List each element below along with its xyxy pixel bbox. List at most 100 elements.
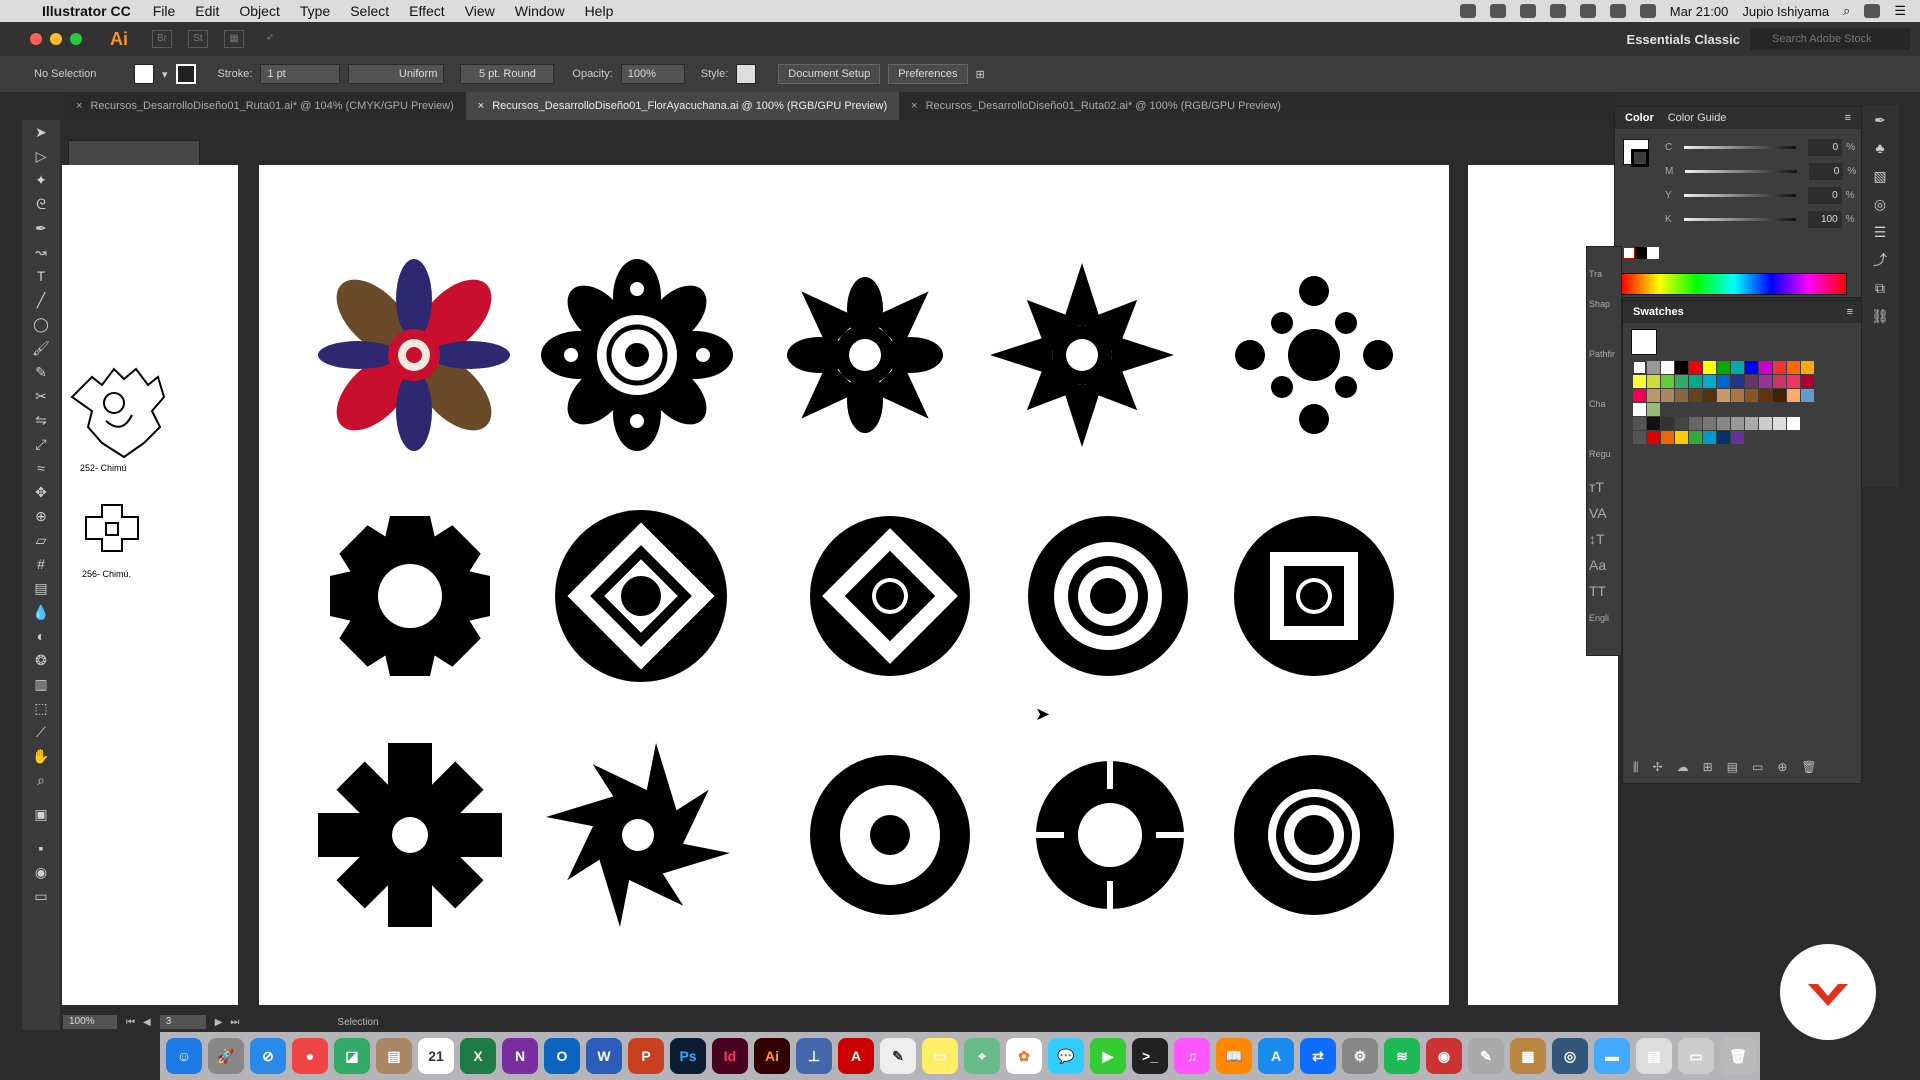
wifi-icon[interactable] (1579, 4, 1596, 18)
tab-flor-ayacuchana[interactable]: × Recursos_DesarrolloDiseño01_FlorAyacuch… (465, 92, 900, 120)
tab-color[interactable]: Color (1625, 112, 1654, 124)
perspective-grid-tool-icon[interactable]: ▱ (22, 528, 60, 552)
none-black-white-swatches[interactable] (1623, 247, 1673, 261)
swatches-title[interactable]: Swatches (1633, 306, 1684, 318)
menu-help[interactable]: Help (575, 3, 624, 19)
brushes-icon[interactable]: ✒ (1862, 106, 1898, 134)
tab-color-guide[interactable]: Color Guide (1668, 112, 1727, 124)
screen-stack-icon[interactable]: ▭ (1678, 1038, 1714, 1074)
direct-selection-tool-icon[interactable]: ▷ (22, 144, 60, 168)
symbol-sprayer-tool-icon[interactable]: ❂ (22, 648, 60, 672)
preview-icon[interactable]: ◪ (334, 1038, 370, 1074)
cyan-value[interactable]: 0 (1808, 138, 1843, 156)
eyedropper-tool-icon[interactable]: 💧 (22, 600, 60, 624)
yellow-slider[interactable]: Y 0% (1615, 183, 1861, 207)
panel-menu-icon[interactable]: ≡ (1847, 306, 1853, 318)
menu-effect[interactable]: Effect (399, 3, 455, 19)
magenta-slider[interactable]: M 0% (1615, 159, 1861, 183)
photos-icon[interactable]: ✿ (1006, 1038, 1042, 1074)
close-tab-icon[interactable]: × (478, 100, 484, 112)
slice-tool-icon[interactable]: ⟋ (22, 720, 60, 744)
menu-object[interactable]: Object (229, 3, 289, 19)
font-size-icon[interactable]: тT (1589, 479, 1619, 495)
selection-tool-icon[interactable]: ➤ (22, 120, 60, 144)
record-icon[interactable] (1459, 4, 1476, 18)
first-artboard-icon[interactable]: ⏮ (126, 1017, 135, 1028)
artboard-tool-icon[interactable]: ⬚ (22, 696, 60, 720)
layers-icon[interactable]: ☰ (1862, 218, 1898, 246)
magenta-value[interactable]: 0 (1809, 162, 1844, 180)
acrobat-icon[interactable]: A (838, 1038, 874, 1074)
swatch-fill-stroke-indicator[interactable] (1631, 329, 1657, 355)
menu-window[interactable]: Window (505, 3, 575, 19)
books-icon[interactable]: 📖 (1216, 1038, 1252, 1074)
chrome-helper-icon[interactable]: ◎ (1552, 1038, 1588, 1074)
search-stock-input[interactable]: Search Adobe Stock (1750, 28, 1910, 50)
font-style-field[interactable]: Regu (1589, 449, 1619, 459)
opacity-field[interactable]: 100% (620, 64, 685, 84)
airplay-icon[interactable] (1609, 4, 1626, 18)
transparency-panel-tab[interactable]: Tra (1589, 269, 1619, 279)
appearance-icon[interactable]: ◎ (1862, 190, 1898, 218)
artboard-number-field[interactable]: 3 (158, 1014, 207, 1030)
language-field[interactable]: Engli (1589, 613, 1619, 623)
black-slider[interactable]: K 100% (1615, 207, 1861, 231)
indesign-icon[interactable]: Id (712, 1038, 748, 1074)
swatch-row[interactable] (1633, 431, 1861, 444)
script-editor-icon[interactable]: ✎ (1468, 1038, 1504, 1074)
zoom-window-button[interactable] (70, 33, 82, 45)
powerpoint-icon[interactable]: P (628, 1038, 664, 1074)
stroke-weight-field[interactable]: 1 pt (260, 64, 341, 84)
variable-width-profile[interactable]: Uniform (348, 64, 445, 84)
tab-ruta01[interactable]: × Recursos_DesarrolloDiseño01_Ruta01.ai* … (64, 92, 466, 120)
next-artboard-icon[interactable]: ▶ (215, 1017, 223, 1028)
new-swatch-icon[interactable]: ⊕ (1777, 760, 1787, 775)
swatch-libraries-icon[interactable]: ⫼ (1633, 760, 1639, 775)
panel-menu-icon[interactable]: ≡ (1845, 112, 1851, 124)
onenote-icon[interactable]: N (502, 1038, 538, 1074)
lasso-tool-icon[interactable]: ᘓ (22, 192, 60, 216)
shape-builder-tool-icon[interactable]: ⊕ (22, 504, 60, 528)
display-icon[interactable] (1489, 4, 1506, 18)
word-icon[interactable]: W (586, 1038, 622, 1074)
clock[interactable]: Mar 21:00 (1670, 4, 1729, 19)
swatch-row[interactable] (1633, 389, 1861, 402)
hand-tool-icon[interactable]: ✋ (22, 744, 60, 768)
workspace-switcher[interactable]: Essentials Classic (1627, 32, 1740, 47)
blend-tool-icon[interactable]: ◐ (22, 624, 60, 648)
messages-icon[interactable]: 💬 (1048, 1038, 1084, 1074)
scissors-tool-icon[interactable]: ✂ (22, 384, 60, 408)
black-value[interactable]: 100 (1807, 210, 1842, 228)
swatch-row[interactable] (1633, 417, 1861, 430)
spotlight-icon[interactable]: ⌕ (1843, 3, 1850, 19)
drawing-mode-icon[interactable]: ◉ (22, 860, 60, 884)
menu-select[interactable]: Select (340, 3, 399, 19)
puppet-warp-tool-icon[interactable]: ✥ (22, 480, 60, 504)
app-store-icon[interactable]: A (1258, 1038, 1294, 1074)
swatch-options-icon[interactable]: ⊞ (1703, 760, 1713, 775)
align-options-icon[interactable]: ⊞ (976, 68, 985, 81)
type-tool-icon[interactable]: T (22, 264, 60, 288)
archive-utility-icon[interactable]: ▦ (1510, 1038, 1546, 1074)
close-window-button[interactable] (30, 33, 42, 45)
zoom-tool-icon[interactable]: ⌕ (22, 768, 60, 792)
fill-swatch[interactable] (134, 64, 154, 84)
mesh-tool-icon[interactable]: # (22, 552, 60, 576)
symbols-icon[interactable]: ♣ (1862, 134, 1898, 162)
artboards-icon[interactable]: ⧉ (1862, 274, 1898, 302)
notes-icon[interactable]: ▤ (376, 1038, 412, 1074)
terminal-icon[interactable]: >_ (1132, 1038, 1168, 1074)
bridge-icon[interactable]: Br (152, 30, 172, 48)
trash-icon[interactable]: 🗑 (1720, 1038, 1756, 1074)
safari-icon[interactable]: ⊘ (250, 1038, 286, 1074)
magic-wand-tool-icon[interactable]: ✦ (22, 168, 60, 192)
tab-ruta02[interactable]: × Recursos_DesarrolloDiseño01_Ruta02.ai* … (899, 92, 1293, 120)
shaper-tool-icon[interactable]: ✎ (22, 360, 60, 384)
close-tab-icon[interactable]: × (911, 100, 917, 112)
gpu-rocket-icon[interactable]: ➶ (260, 30, 280, 48)
graphic-styles-icon[interactable]: ▧ (1862, 162, 1898, 190)
leading-icon[interactable]: ↕T (1589, 531, 1619, 547)
cyan-slider[interactable]: C 0% (1615, 135, 1861, 159)
new-folder-icon[interactable]: ▭ (1752, 760, 1763, 775)
keynote-icon[interactable]: ⊥ (796, 1038, 832, 1074)
